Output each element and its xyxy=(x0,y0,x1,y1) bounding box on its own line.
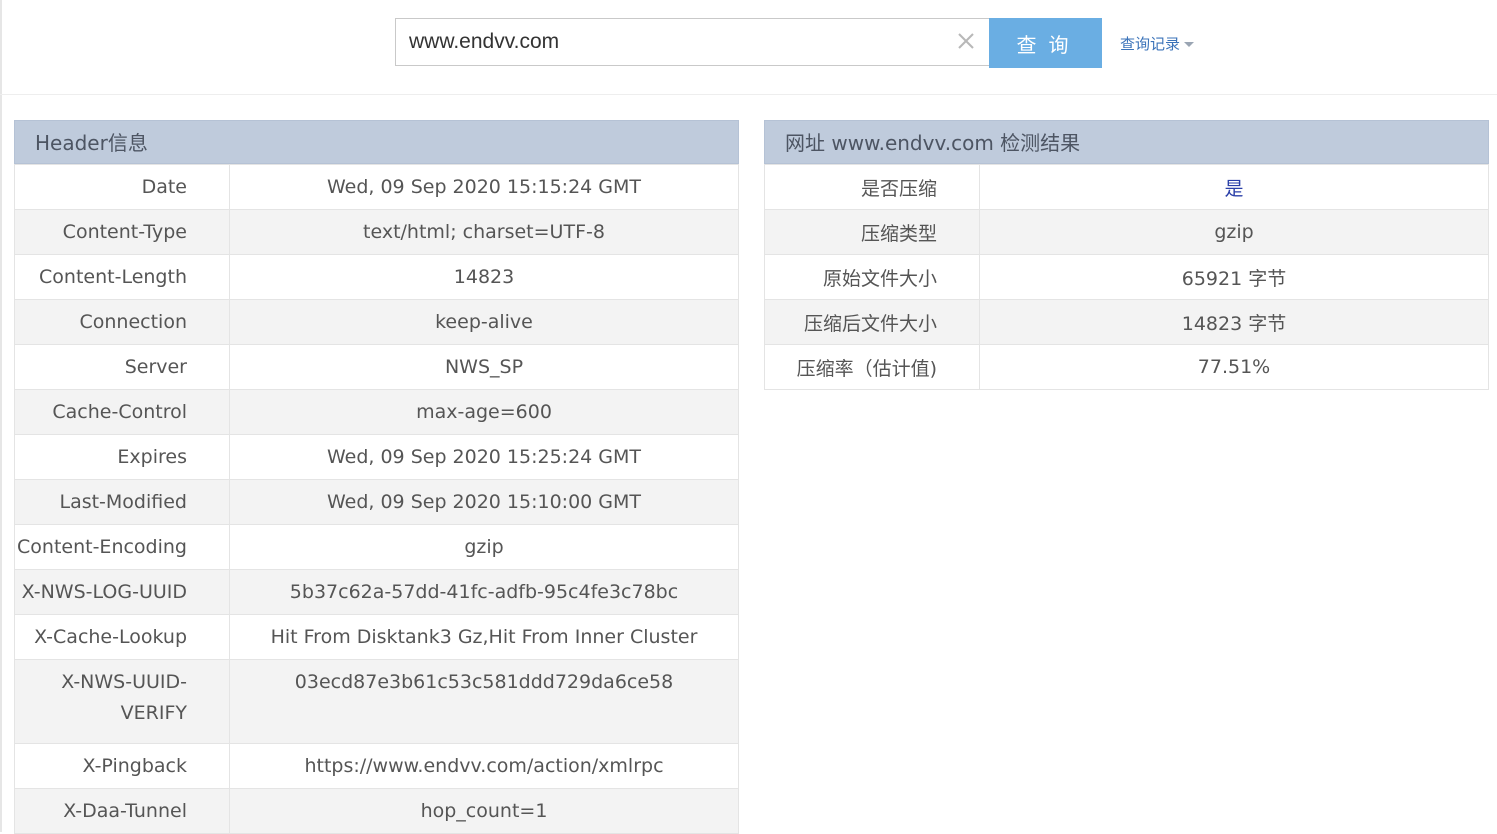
header-value: 5b37c62a-57dd-41fc-adfb-95c4fe3c78bc xyxy=(229,569,739,615)
table-row: Cache-Control max-age=600 xyxy=(14,389,739,435)
header-value: 14823 xyxy=(229,254,739,300)
table-row: X-NWS-UUID-VERIFY 03ecd87e3b61c53c581ddd… xyxy=(14,659,739,744)
header-key: Expires xyxy=(14,434,230,480)
table-row: Content-Encoding gzip xyxy=(14,524,739,570)
result-value: gzip xyxy=(979,209,1489,255)
header-key: Last-Modified xyxy=(14,479,230,525)
history-dropdown[interactable]: 查询记录 xyxy=(1120,33,1195,54)
header-key: Content-Length xyxy=(14,254,230,300)
table-row: Last-Modified Wed, 09 Sep 2020 15:10:00 … xyxy=(14,479,739,525)
result-value: 77.51% xyxy=(979,344,1489,390)
close-icon[interactable] xyxy=(955,30,977,52)
result-key: 压缩类型 xyxy=(764,209,980,255)
table-row: Date Wed, 09 Sep 2020 15:15:24 GMT xyxy=(14,164,739,210)
result-table: 是否压缩 是 压缩类型 gzip 原始文件大小 65921 字节 压缩后文件大小… xyxy=(764,164,1489,390)
result-value: 65921 字节 xyxy=(979,254,1489,300)
header-value: https://www.endvv.com/action/xmlrpc xyxy=(229,743,739,789)
header-value: Wed, 09 Sep 2020 15:10:00 GMT xyxy=(229,479,739,525)
table-row: Server NWS_SP xyxy=(14,344,739,390)
history-label: 查询记录 xyxy=(1120,35,1181,53)
header-key: Content-Type xyxy=(14,209,230,255)
table-row: Connection keep-alive xyxy=(14,299,739,345)
table-row: 压缩率（估计值) 77.51% xyxy=(764,344,1489,390)
header-table: Date Wed, 09 Sep 2020 15:15:24 GMT Conte… xyxy=(14,164,739,834)
table-row: 原始文件大小 65921 字节 xyxy=(764,254,1489,300)
table-row: X-Cache-Lookup Hit From Disktank3 Gz,Hit… xyxy=(14,614,739,660)
header-value: gzip xyxy=(229,524,739,570)
header-key: Date xyxy=(14,164,230,210)
result-key: 原始文件大小 xyxy=(764,254,980,300)
panel-title: Header信息 xyxy=(14,120,739,164)
header-value: max-age=600 xyxy=(229,389,739,435)
search-input[interactable] xyxy=(396,19,936,65)
search-box xyxy=(395,18,989,66)
table-row: X-Daa-Tunnel hop_count=1 xyxy=(14,788,739,834)
table-row: 压缩类型 gzip xyxy=(764,209,1489,255)
result-panel: 网址 www.endvv.com 检测结果 是否压缩 是 压缩类型 gzip 原… xyxy=(764,120,1489,390)
table-row: Content-Type text/html; charset=UTF-8 xyxy=(14,209,739,255)
header-key: X-Cache-Lookup xyxy=(14,614,230,660)
header-key: X-NWS-LOG-UUID xyxy=(14,569,230,615)
header-key: Cache-Control xyxy=(14,389,230,435)
caret-down-icon xyxy=(1184,42,1195,47)
search-button[interactable]: 查询 xyxy=(989,18,1102,68)
result-value: 14823 字节 xyxy=(979,299,1489,345)
result-key: 压缩率（估计值) xyxy=(764,344,980,390)
page-left-border xyxy=(0,0,2,832)
header-value: 03ecd87e3b61c53c581ddd729da6ce58 xyxy=(229,659,739,744)
header-value: Wed, 09 Sep 2020 15:25:24 GMT xyxy=(229,434,739,480)
table-row: X-Pingback https://www.endvv.com/action/… xyxy=(14,743,739,789)
header-value: keep-alive xyxy=(229,299,739,345)
header-key: X-NWS-UUID-VERIFY xyxy=(14,659,230,744)
table-row: 压缩后文件大小 14823 字节 xyxy=(764,299,1489,345)
header-key: X-Daa-Tunnel xyxy=(14,788,230,834)
header-value: hop_count=1 xyxy=(229,788,739,834)
result-key: 压缩后文件大小 xyxy=(764,299,980,345)
result-value: 是 xyxy=(979,164,1489,210)
header-value: text/html; charset=UTF-8 xyxy=(229,209,739,255)
table-row: X-NWS-LOG-UUID 5b37c62a-57dd-41fc-adfb-9… xyxy=(14,569,739,615)
table-row: Expires Wed, 09 Sep 2020 15:25:24 GMT xyxy=(14,434,739,480)
panel-title: 网址 www.endvv.com 检测结果 xyxy=(764,120,1489,164)
header-value: NWS_SP xyxy=(229,344,739,390)
result-key: 是否压缩 xyxy=(764,164,980,210)
header-value: Wed, 09 Sep 2020 15:15:24 GMT xyxy=(229,164,739,210)
header-info-panel: Header信息 Date Wed, 09 Sep 2020 15:15:24 … xyxy=(14,120,739,834)
header-key: Content-Encoding xyxy=(14,524,230,570)
table-row: Content-Length 14823 xyxy=(14,254,739,300)
header-key: Server xyxy=(14,344,230,390)
search-bar: 查询 查询记录 xyxy=(0,0,1497,95)
table-row: 是否压缩 是 xyxy=(764,164,1489,210)
header-value: Hit From Disktank3 Gz,Hit From Inner Clu… xyxy=(229,614,739,660)
header-key: X-Pingback xyxy=(14,743,230,789)
header-key: Connection xyxy=(14,299,230,345)
